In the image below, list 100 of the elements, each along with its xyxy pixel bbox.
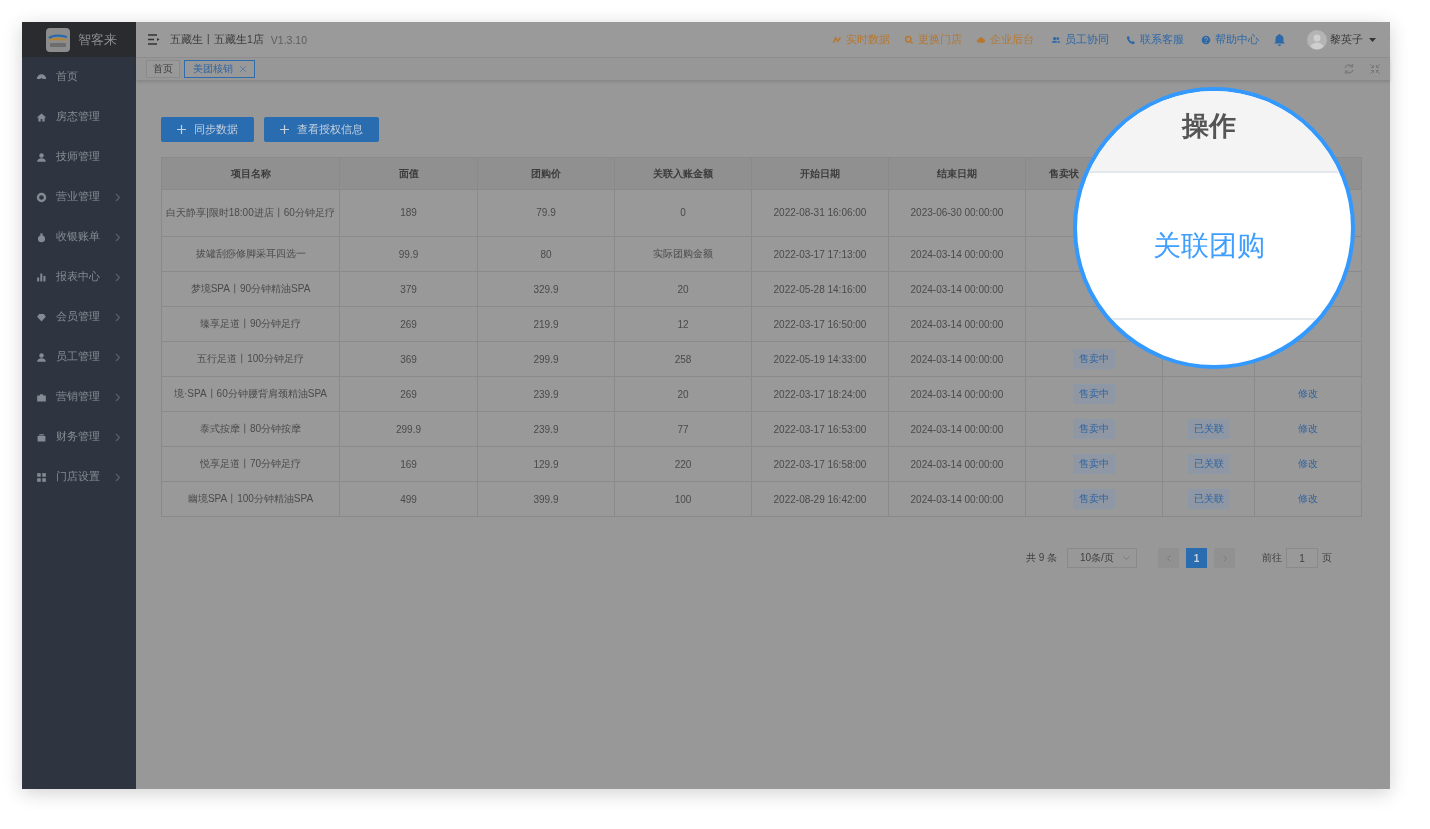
table-cell: 2022-03-17 16:58:00 xyxy=(773,458,867,470)
action-button[interactable]: 查看授权信息 xyxy=(264,117,379,142)
edit-link[interactable]: 修改 xyxy=(1298,423,1318,434)
table-cell: 2024-03-14 00:00:00 xyxy=(910,493,1004,505)
sidebar-item[interactable]: 财务管理 xyxy=(22,417,136,457)
edit-link[interactable]: 修改 xyxy=(1298,388,1318,399)
search-icon xyxy=(904,34,914,45)
table-cell: 399.9 xyxy=(533,493,559,505)
column-header: 操作 xyxy=(1182,110,1236,143)
table-cell: 219.9 xyxy=(533,318,559,330)
user-name[interactable]: 黎英子 xyxy=(1330,32,1363,47)
column-header: 结束日期 xyxy=(888,157,1026,190)
help-icon xyxy=(1201,34,1211,45)
table-cell: 白天静享|限时18:00进店丨60分钟足疗 xyxy=(166,207,335,218)
chevron-icon xyxy=(115,392,121,402)
chevron-icon xyxy=(115,232,121,242)
store-name: 五藏生丨五藏生1店 xyxy=(170,32,264,47)
table-cell: 2022-08-29 16:42:00 xyxy=(773,493,867,505)
house-icon xyxy=(36,111,47,123)
page-size-select[interactable]: 10条/页 xyxy=(1067,548,1137,568)
bell-icon[interactable] xyxy=(1274,33,1285,46)
chevron-icon xyxy=(115,272,121,282)
chevron-icon xyxy=(115,312,121,322)
sidebar-item[interactable]: 员工管理 xyxy=(22,337,136,377)
table-cell: 269 xyxy=(400,388,417,400)
header-link[interactable]: 帮助中心 xyxy=(1201,32,1259,47)
status-tag: 售卖中 xyxy=(1073,419,1115,439)
table-cell: 2024-03-14 00:00:00 xyxy=(910,318,1004,330)
link-button[interactable]: 关联团购 xyxy=(1153,226,1265,265)
table-cell: 220 xyxy=(674,458,692,470)
page-button[interactable]: 1 xyxy=(1186,548,1207,568)
column-header: 团购价 xyxy=(477,157,615,190)
table-cell: 329.9 xyxy=(533,283,559,295)
sidebar-item[interactable]: 会员管理 xyxy=(22,297,136,337)
table-cell: 2024-03-14 00:00:00 xyxy=(910,388,1004,400)
grid-icon xyxy=(36,471,47,483)
action-button[interactable]: 同步数据 xyxy=(161,117,254,142)
sidebar-item[interactable]: 营业管理 xyxy=(22,177,136,217)
collapse-icon[interactable] xyxy=(1370,64,1380,74)
briefcase-icon xyxy=(36,391,47,403)
table-cell: 2022-03-17 16:53:00 xyxy=(773,423,867,435)
plus-icon xyxy=(177,125,186,134)
avatar-icon[interactable] xyxy=(1307,29,1327,50)
sidebar-item[interactable]: 营销管理 xyxy=(22,377,136,417)
tab[interactable]: 美团核销 xyxy=(184,60,255,78)
goto-label: 前往 xyxy=(1262,551,1282,565)
sidebar-item[interactable]: 收银账单 xyxy=(22,217,136,257)
version-label: V1.3.10 xyxy=(270,33,308,46)
table-cell: 2024-03-14 00:00:00 xyxy=(910,248,1004,260)
table-cell: 2022-08-31 16:06:00 xyxy=(773,207,867,218)
app-name: 智客来 xyxy=(78,30,117,49)
sidebar-item[interactable]: 报表中心 xyxy=(22,257,136,297)
sidebar-item[interactable]: 门店设置 xyxy=(22,457,136,497)
table-cell: 80 xyxy=(540,248,552,260)
tab[interactable]: 首页 xyxy=(146,60,180,78)
previous-page-button[interactable] xyxy=(1158,548,1179,568)
table-cell: 20 xyxy=(677,388,689,400)
table-cell: 499 xyxy=(400,493,417,505)
table-cell: 幽境SPA丨100分钟精油SPA xyxy=(187,493,314,504)
table-cell: 379 xyxy=(400,283,417,295)
refresh-icon[interactable] xyxy=(1344,64,1354,74)
edit-link[interactable]: 修改 xyxy=(1298,493,1318,504)
table-cell: 2024-03-14 00:00:00 xyxy=(910,353,1004,365)
table-cell: 77 xyxy=(677,423,689,435)
table-cell: 299.9 xyxy=(533,353,559,365)
table-cell: 100 xyxy=(674,493,692,505)
table-cell: 299.9 xyxy=(396,423,421,435)
table-cell: 99.9 xyxy=(398,248,419,260)
table-cell: 2022-03-17 17:13:00 xyxy=(773,248,867,260)
table-cell: 369 xyxy=(400,353,417,365)
chevron-icon xyxy=(115,472,121,482)
table-cell: 2022-05-28 14:16:00 xyxy=(773,283,867,295)
table-cell: 129.9 xyxy=(533,458,559,470)
phone-icon xyxy=(1126,34,1136,45)
edit-link[interactable]: 修改 xyxy=(1298,458,1318,469)
people-icon xyxy=(1051,34,1061,45)
total-count: 共 9 条 xyxy=(1025,551,1057,565)
header-link[interactable]: 员工协同 xyxy=(1051,32,1109,47)
sidebar-item[interactable]: 房态管理 xyxy=(22,97,136,137)
table-cell: 境·SPA丨60分钟腰背肩颈精油SPA xyxy=(174,388,327,399)
bar-chart-icon xyxy=(36,271,47,283)
page-input[interactable]: 1 xyxy=(1286,548,1318,568)
sidebar-item[interactable]: 技师管理 xyxy=(22,137,136,177)
next-page-button[interactable] xyxy=(1214,548,1235,568)
status-tag: 售卖中 xyxy=(1073,489,1115,509)
linked-tag: 已关联 xyxy=(1187,454,1230,474)
chevron-icon xyxy=(115,192,121,202)
table-cell: 2024-03-14 00:00:00 xyxy=(910,283,1004,295)
table-cell: 0 xyxy=(680,207,686,218)
table-cell: 239.9 xyxy=(533,388,559,400)
plus-icon xyxy=(280,125,289,134)
header-link[interactable]: 联系客服 xyxy=(1126,32,1184,47)
menu-icon[interactable] xyxy=(148,34,160,45)
caret-icon[interactable] xyxy=(1369,37,1376,42)
table-cell: 2022-03-17 18:24:00 xyxy=(773,388,867,400)
table-cell: 169 xyxy=(400,458,417,470)
person-icon xyxy=(36,151,47,163)
close-icon[interactable] xyxy=(240,66,246,72)
sidebar-item[interactable]: 首页 xyxy=(22,57,136,97)
table-cell: 2022-05-19 14:33:00 xyxy=(773,353,867,365)
